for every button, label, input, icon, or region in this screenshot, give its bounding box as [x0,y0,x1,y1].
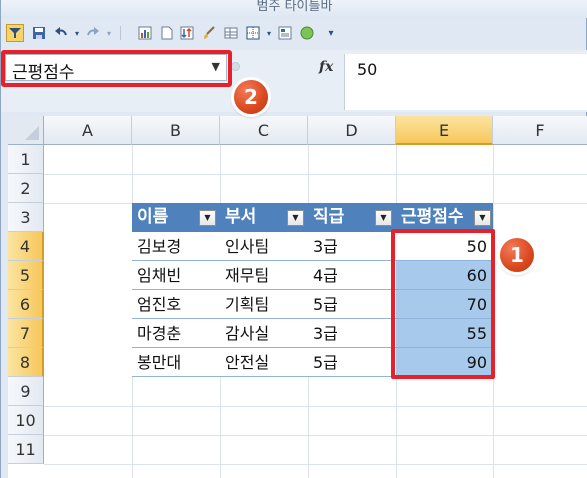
column-header-d[interactable]: D [308,116,396,145]
column-header-a[interactable]: A [44,116,132,145]
callout-badge-1: 1 [500,238,534,272]
row-header-3[interactable]: 3 [8,203,44,232]
toolbar-separator [120,26,121,40]
sheet-icon[interactable] [276,24,294,42]
quick-access-toolbar: ▾ ▾ ▾ ▾ [6,22,386,46]
formula-input[interactable]: 50 [344,54,587,110]
filter-dropdown-icon[interactable]: ▼ [474,210,491,226]
select-all-corner[interactable] [8,116,44,145]
column-header-b[interactable]: B [132,116,220,145]
row-header-8[interactable]: 8 [8,348,44,377]
table-cell[interactable]: 재무팀 [220,261,308,290]
table-cell[interactable]: 인사팀 [220,232,308,261]
table-cell[interactable]: 마경춘 [132,319,220,348]
gridline [44,174,587,175]
resize-dot-icon[interactable] [231,62,240,71]
formula-value: 50 [357,60,378,79]
column-header-c[interactable]: C [220,116,308,145]
table-cell[interactable]: 엄진호 [132,290,220,319]
table-cell[interactable]: 김보경 [132,232,220,261]
select-all-icon [25,126,39,140]
row-header-5[interactable]: 5 [8,261,44,290]
fx-icon[interactable]: fx [319,59,333,75]
column-header-f[interactable]: F [493,116,587,145]
table-cell[interactable]: 5급 [308,348,396,377]
row-header-11[interactable]: 11 [8,435,44,464]
table-cell[interactable]: 5급 [308,290,396,319]
circle-icon[interactable] [298,24,316,42]
brush-icon[interactable] [200,24,218,42]
title-bar: 범주 타이틀바 [1,0,587,18]
spreadsheet-grid: A B C D E F 1 2 3 4 5 6 7 8 9 10 11 이름 ▼… [8,116,587,478]
table-cell[interactable]: 안전실 [220,348,308,377]
table-cell[interactable]: 봉만대 [132,348,220,377]
table-cell[interactable]: 임채빈 [132,261,220,290]
filter-icon[interactable] [6,24,24,42]
selection-highlight [391,229,495,379]
name-box-highlight [1,50,232,87]
customize-icon[interactable]: ▾ [322,24,340,42]
table-cell[interactable]: 4급 [308,261,396,290]
header-label: 이름 [137,207,169,227]
table-cell[interactable]: 3급 [308,232,396,261]
header-label: 부서 [225,207,257,227]
filter-dropdown-icon[interactable]: ▼ [287,210,304,226]
redo-dropdown-icon[interactable]: ▾ [100,24,118,42]
gridline [44,435,587,436]
save-icon[interactable] [30,24,48,42]
window-title: 범주 타이틀바 [256,0,333,14]
callout-badge-2: 2 [234,80,268,114]
row-header-7[interactable]: 7 [8,319,44,348]
row-header-2[interactable]: 2 [8,174,44,203]
sort-icon[interactable] [178,24,196,42]
row-header-4[interactable]: 4 [8,232,44,261]
row-header-1[interactable]: 1 [8,145,44,174]
chart-icon[interactable] [136,24,154,42]
header-label: 직급 [313,207,345,227]
row-header-10[interactable]: 10 [8,406,44,435]
table-cell[interactable]: 3급 [308,319,396,348]
gridline [44,464,587,465]
table-cell[interactable]: 감사실 [220,319,308,348]
filter-dropdown-icon[interactable]: ▼ [375,210,392,226]
gridline [44,406,587,407]
excel-window: 범주 타이틀바 ▾ ▾ ▾ ▾ 근평점수 ▼ fx 50 A B C D E F… [0,0,587,478]
row-header-6[interactable]: 6 [8,290,44,319]
header-label: 근평점수 [401,207,464,227]
column-header-e[interactable]: E [396,116,493,145]
row-header-9[interactable]: 9 [8,377,44,406]
filter-dropdown-icon[interactable]: ▼ [199,210,216,226]
new-doc-icon[interactable] [158,24,176,42]
table-icon[interactable] [222,24,240,42]
table-cell[interactable]: 기획팀 [220,290,308,319]
